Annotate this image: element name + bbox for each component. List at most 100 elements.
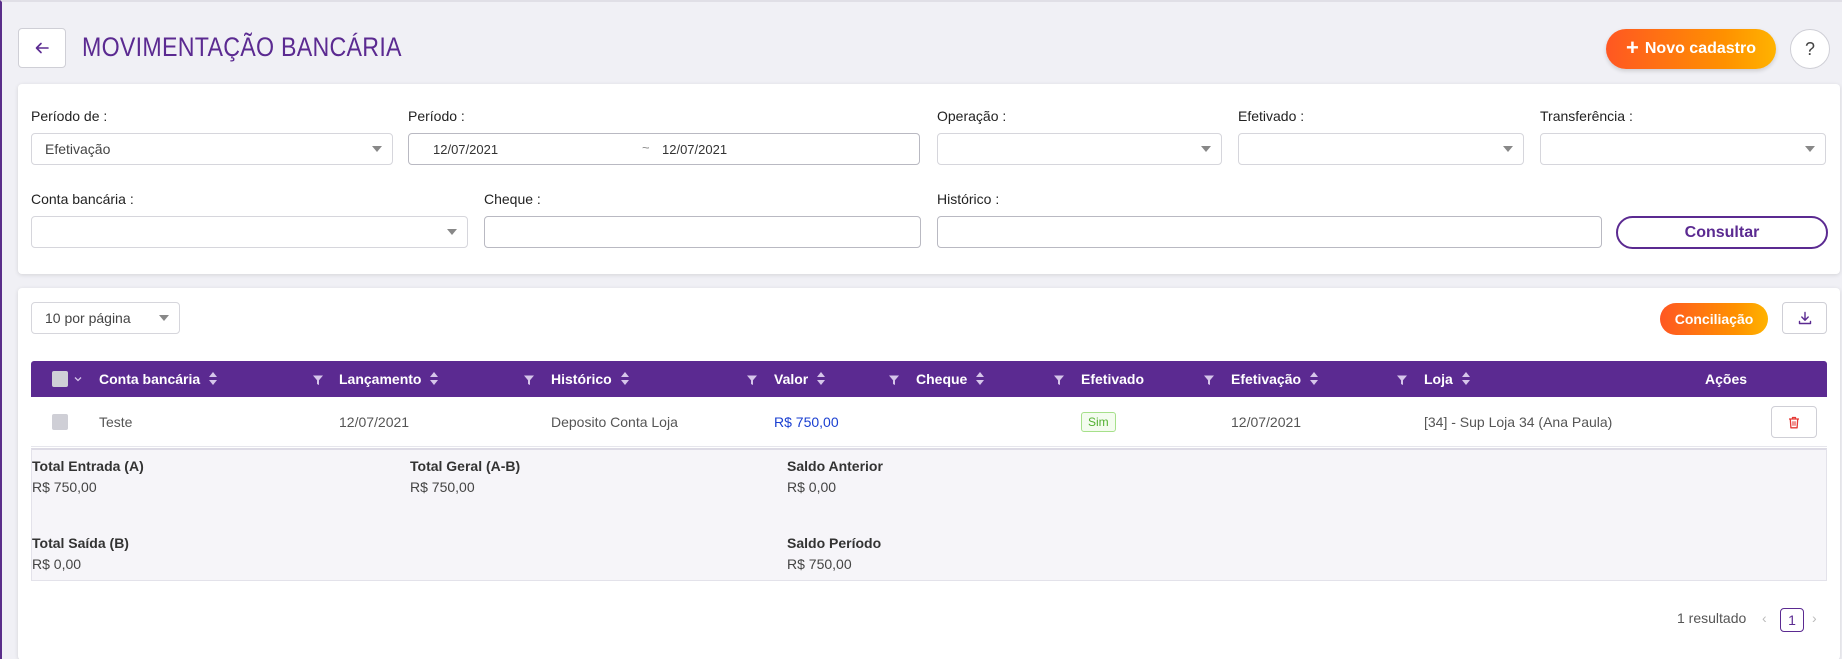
sort-icon[interactable] [430, 372, 439, 386]
sort-icon[interactable] [620, 372, 629, 386]
cheque-input[interactable] [484, 216, 921, 248]
chevron-down-icon [159, 315, 169, 321]
col-acoes: Ações [1705, 361, 1747, 397]
col-label: Cheque [916, 371, 968, 387]
conta-bancaria-label: Conta bancária : [31, 191, 134, 207]
periodo-date-range[interactable]: 12/07/2021 ~ 12/07/2021 [408, 133, 920, 165]
col-conta-bancaria[interactable]: Conta bancária [99, 361, 218, 397]
cell-historico: Deposito Conta Loja [551, 414, 678, 430]
filter-icon[interactable] [523, 374, 535, 386]
filter-icon[interactable] [312, 374, 324, 386]
filter-icon[interactable] [1396, 374, 1408, 386]
periodo-separator: ~ [642, 140, 650, 155]
cell-acoes [1771, 397, 1817, 447]
cell-valor: R$ 750,00 [774, 414, 839, 430]
periodo-start-date[interactable]: 12/07/2021 [433, 142, 498, 157]
totals-panel: Total Entrada (A) R$ 750,00 Total Geral … [31, 448, 1827, 581]
sort-icon[interactable] [1310, 372, 1319, 386]
chevron-down-icon [372, 146, 382, 152]
back-button[interactable] [18, 28, 66, 68]
total-geral-value: R$ 750,00 [410, 479, 475, 495]
efetivado-select[interactable] [1238, 133, 1524, 165]
operacao-select[interactable] [937, 133, 1222, 165]
plus-icon: + [1626, 35, 1639, 60]
sort-icon[interactable] [1461, 372, 1470, 386]
page-1-button[interactable]: 1 [1780, 608, 1804, 632]
new-record-label: Novo cadastro [1644, 40, 1756, 57]
periodo-end-date[interactable]: 12/07/2021 [662, 142, 727, 157]
col-label: Ações [1705, 371, 1748, 387]
total-entrada-value: R$ 750,00 [32, 479, 97, 495]
filter-icon[interactable] [1053, 374, 1065, 386]
chevron-down-icon [1503, 146, 1513, 152]
new-record-button[interactable]: + Novo cadastro [1606, 29, 1776, 69]
operacao-label: Operação : [937, 108, 1007, 124]
col-valor[interactable]: Valor [774, 361, 826, 397]
transferencia-select[interactable] [1540, 133, 1826, 165]
efetivado-label: Efetivado : [1238, 108, 1305, 124]
table-row[interactable]: Teste 12/07/2021 Deposito Conta Loja R$ … [31, 397, 1827, 447]
saldo-periodo-label: Saldo Período [787, 535, 882, 551]
col-cheque[interactable]: Cheque [916, 361, 985, 397]
periodo-de-select[interactable]: Efetivação [31, 133, 393, 165]
table-header: Conta bancária Lançamento Histórico Valo… [31, 361, 1827, 397]
page-title: MOVIMENTAÇÃO BANCÁRIA [82, 32, 402, 62]
chevron-down-icon [1201, 146, 1211, 152]
arrow-left-icon [35, 42, 49, 54]
cell-efetivacao: 12/07/2021 [1231, 414, 1302, 430]
status-badge: Sim [1081, 412, 1116, 432]
total-saida-value: R$ 0,00 [32, 556, 82, 572]
sort-icon[interactable] [817, 372, 826, 386]
filter-icon[interactable] [746, 374, 758, 386]
chevron-down-icon [1805, 146, 1815, 152]
row-checkbox[interactable] [52, 414, 68, 430]
col-historico[interactable]: Histórico [551, 361, 629, 397]
cell-loja: [34] - Sup Loja 34 (Ana Paula) [1424, 414, 1613, 430]
saldo-anterior-value: R$ 0,00 [787, 479, 837, 495]
filter-icon[interactable] [1203, 374, 1215, 386]
col-label: Efetivação [1231, 371, 1302, 387]
chevron-down-icon[interactable] [73, 374, 83, 384]
col-efetivado[interactable]: Efetivado [1081, 361, 1144, 397]
historico-label: Histórico : [937, 191, 1000, 207]
prev-page-button[interactable]: ‹ [1762, 610, 1767, 626]
per-page-select[interactable]: 10 por página [31, 302, 180, 334]
historico-input[interactable] [937, 216, 1602, 248]
sort-icon[interactable] [209, 372, 218, 386]
next-page-button[interactable]: › [1812, 610, 1817, 626]
periodo-de-label: Período de : [31, 108, 108, 124]
cell-efetivado: Sim [1081, 397, 1116, 447]
select-all[interactable] [52, 361, 83, 397]
filter-icon[interactable] [888, 374, 900, 386]
per-page-value: 10 por página [45, 310, 131, 326]
trash-icon [1789, 416, 1799, 428]
total-entrada-label: Total Entrada (A) [32, 458, 144, 474]
col-label: Lançamento [339, 371, 422, 387]
conciliacao-button[interactable]: Conciliação [1660, 303, 1768, 335]
download-button[interactable] [1782, 302, 1827, 334]
col-label: Histórico [551, 371, 612, 387]
total-saida-label: Total Saída (B) [32, 535, 129, 551]
col-lancamento[interactable]: Lançamento [339, 361, 439, 397]
row-select[interactable] [52, 397, 68, 447]
col-efetivacao[interactable]: Efetivação [1231, 361, 1319, 397]
download-icon [1798, 311, 1811, 325]
cheque-label: Cheque : [484, 191, 541, 207]
col-loja[interactable]: Loja [1424, 361, 1470, 397]
saldo-periodo-value: R$ 750,00 [787, 556, 852, 572]
col-label: Efetivado [1081, 371, 1145, 387]
consultar-button[interactable]: Consultar [1616, 216, 1828, 249]
col-label: Valor [774, 371, 809, 387]
delete-button[interactable] [1771, 406, 1817, 438]
filters-panel: Período de : Período : Operação : Efetiv… [18, 84, 1840, 274]
col-label: Conta bancária [99, 371, 201, 387]
select-all-checkbox[interactable] [52, 371, 68, 387]
help-button[interactable]: ? [1790, 29, 1830, 69]
results-count: 1 resultado [1677, 610, 1747, 626]
total-geral-label: Total Geral (A-B) [410, 458, 521, 474]
sort-icon[interactable] [976, 372, 985, 386]
results-panel: 10 por página Conciliação Conta bancária… [18, 288, 1840, 659]
cell-lancamento: 12/07/2021 [339, 414, 410, 430]
periodo-label: Período : [408, 108, 465, 124]
conta-bancaria-select[interactable] [31, 216, 468, 248]
